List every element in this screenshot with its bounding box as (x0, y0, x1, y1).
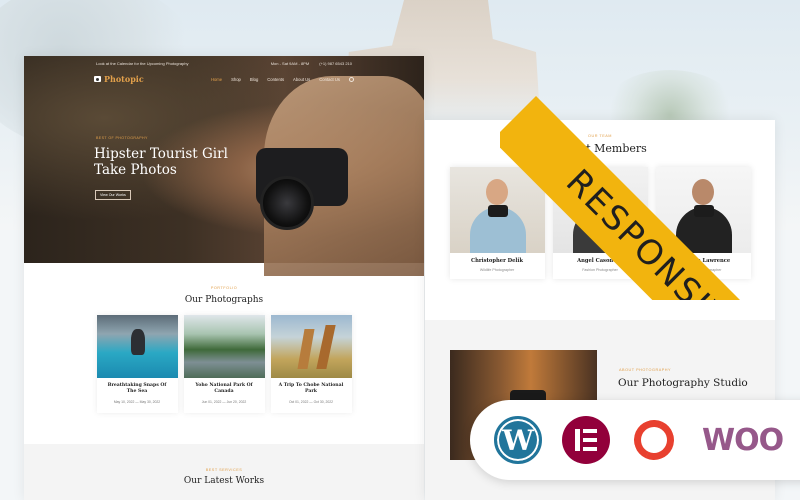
wordpress-icon: W (494, 416, 542, 464)
nav-item-contents[interactable]: Contents (267, 77, 284, 82)
responsive-ribbon: RESPONSIVE (500, 0, 800, 300)
top-bar-hours: Mon - Sat 9AM - 8PM (270, 60, 310, 66)
latest-works-section: BEST SERVICES Our Latest Works (24, 444, 424, 500)
portfolio-title: Our Photographs (184, 295, 264, 305)
portfolio-section: PORTFOLIO Our Photographs Breathtaking S… (24, 286, 424, 413)
top-bar-phone[interactable]: (+1) 987 6543 210 (319, 61, 352, 66)
ribbon-band: RESPONSIVE (500, 96, 800, 300)
main-navbar: Photopic Home Shop Blog Contents About U… (24, 70, 424, 88)
top-bar-announcement: Look at the Calendar for the Upcoming Ph… (96, 60, 189, 66)
site-logo-text: Photopic (104, 74, 144, 84)
hero-camera-lens (260, 176, 314, 230)
nav-item-home[interactable]: Home (211, 77, 222, 82)
plugin-badges: W WOO (470, 400, 800, 480)
works-kicker: BEST SERVICES (205, 468, 243, 472)
portfolio-card-date: Jun 01, 2022 — Jun 20, 2022 (201, 400, 247, 404)
portfolio-image-sea[interactable] (96, 315, 178, 378)
portfolio-card-title[interactable]: A Trip To Chobe National Park (271, 383, 352, 395)
top-bar: Look at the Calendar for the Upcoming Ph… (24, 56, 424, 70)
sync-arc-bottom (628, 414, 680, 466)
portfolio-card-title[interactable]: Yoho National Park Of Canada (184, 383, 265, 395)
portfolio-card[interactable]: Yoho National Park Of Canada Jun 01, 202… (183, 315, 265, 413)
nav-item-shop[interactable]: Shop (231, 77, 241, 82)
portfolio-card-date: May 10, 2022 — May 30, 2022 (113, 400, 161, 404)
elementor-icon (562, 416, 610, 464)
hero-title: Hipster Tourist Girl Take Photos (94, 146, 228, 178)
nav-menu: Home Shop Blog Contents About Us Contact… (211, 76, 354, 82)
portfolio-kicker: PORTFOLIO (210, 286, 238, 290)
portfolio-card-date: Oct 01, 2022 — Oct 30, 2022 (288, 400, 334, 404)
portfolio-image-park[interactable] (183, 315, 265, 378)
studio-kicker: ABOUT PHOTOGRAPHY (619, 368, 672, 372)
search-icon[interactable] (349, 76, 354, 82)
portfolio-card-title[interactable]: Breathtaking Snaps Of The Sea (97, 383, 178, 395)
hero-kicker: BEST OF PHOTOGRAPHY (96, 136, 148, 140)
works-title: Our Latest Works (183, 476, 265, 486)
homepage-preview: Look at the Calendar for the Upcoming Ph… (24, 56, 424, 500)
portfolio-image-giraffe[interactable] (270, 315, 352, 378)
nav-item-about[interactable]: About Us (293, 77, 310, 82)
portfolio-cards: Breathtaking Snaps Of The Sea May 10, 20… (24, 315, 424, 413)
portfolio-card[interactable]: A Trip To Chobe National Park Oct 01, 20… (270, 315, 352, 413)
sync-icon (628, 414, 682, 466)
portfolio-card[interactable]: Breathtaking Snaps Of The Sea May 10, 20… (96, 315, 178, 413)
hero-section: Look at the Calendar for the Upcoming Ph… (24, 56, 424, 276)
view-works-button[interactable]: View Our Works (95, 190, 131, 200)
camera-logo-icon (94, 76, 101, 82)
woocommerce-icon: WOO (702, 422, 784, 458)
nav-item-blog[interactable]: Blog (250, 77, 258, 82)
nav-item-contact[interactable]: Contact Us (319, 77, 340, 82)
site-logo[interactable]: Photopic (94, 74, 144, 84)
ribbon-label: RESPONSIVE (558, 161, 753, 300)
studio-title: Our Photography Studio (618, 377, 748, 389)
wordpress-letter: W (502, 423, 534, 457)
